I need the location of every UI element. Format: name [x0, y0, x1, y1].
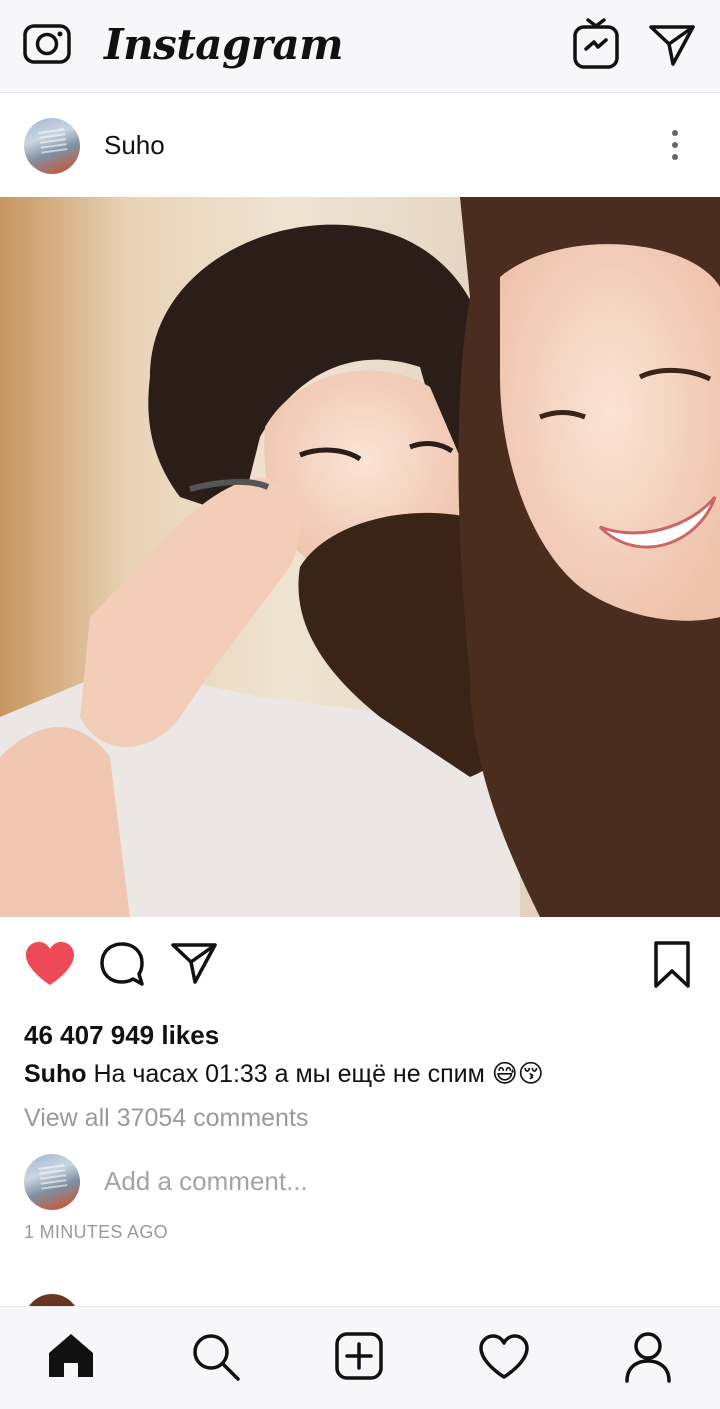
- comment-icon[interactable]: [98, 940, 146, 993]
- igtv-icon[interactable]: [572, 16, 620, 75]
- bottom-navigation: [0, 1306, 720, 1409]
- share-paper-plane-icon[interactable]: [170, 940, 218, 991]
- more-options-icon[interactable]: [672, 130, 680, 166]
- add-post-icon[interactable]: [334, 1331, 384, 1386]
- current-user-avatar: [24, 1154, 80, 1210]
- bookmark-icon[interactable]: [652, 940, 692, 995]
- post-timestamp: 1 MINUTES AGO: [24, 1222, 168, 1242]
- likes-count[interactable]: 46 407 949 likes: [24, 1020, 219, 1051]
- add-comment-input[interactable]: Add a comment...: [104, 1166, 308, 1197]
- caption-username[interactable]: Suho: [24, 1060, 87, 1088]
- post-username[interactable]: Suho: [104, 130, 165, 161]
- paper-plane-icon[interactable]: [648, 22, 696, 73]
- instagram-logo: Instagram: [104, 20, 344, 69]
- add-comment-row: Add a comment...: [0, 1152, 720, 1216]
- activity-heart-icon[interactable]: [478, 1333, 530, 1386]
- caption-text: На часах 01:33 а мы ещё не спим 😅😚: [93, 1060, 544, 1088]
- home-icon[interactable]: [46, 1331, 96, 1384]
- post-actions: [0, 930, 720, 1000]
- post-image: [0, 197, 720, 917]
- post-photo[interactable]: [0, 197, 720, 917]
- avatar[interactable]: [24, 118, 80, 174]
- view-all-comments-link[interactable]: View all 37054 comments: [24, 1104, 308, 1133]
- top-bar: Instagram: [0, 0, 720, 93]
- like-heart-icon[interactable]: [24, 940, 76, 993]
- caption: Suho На часах 01:33 а мы ещё не спим 😅😚: [24, 1059, 544, 1089]
- post-header: Suho: [0, 96, 720, 196]
- camera-icon[interactable]: [22, 18, 72, 73]
- search-icon[interactable]: [190, 1331, 242, 1388]
- profile-icon[interactable]: [624, 1331, 672, 1388]
